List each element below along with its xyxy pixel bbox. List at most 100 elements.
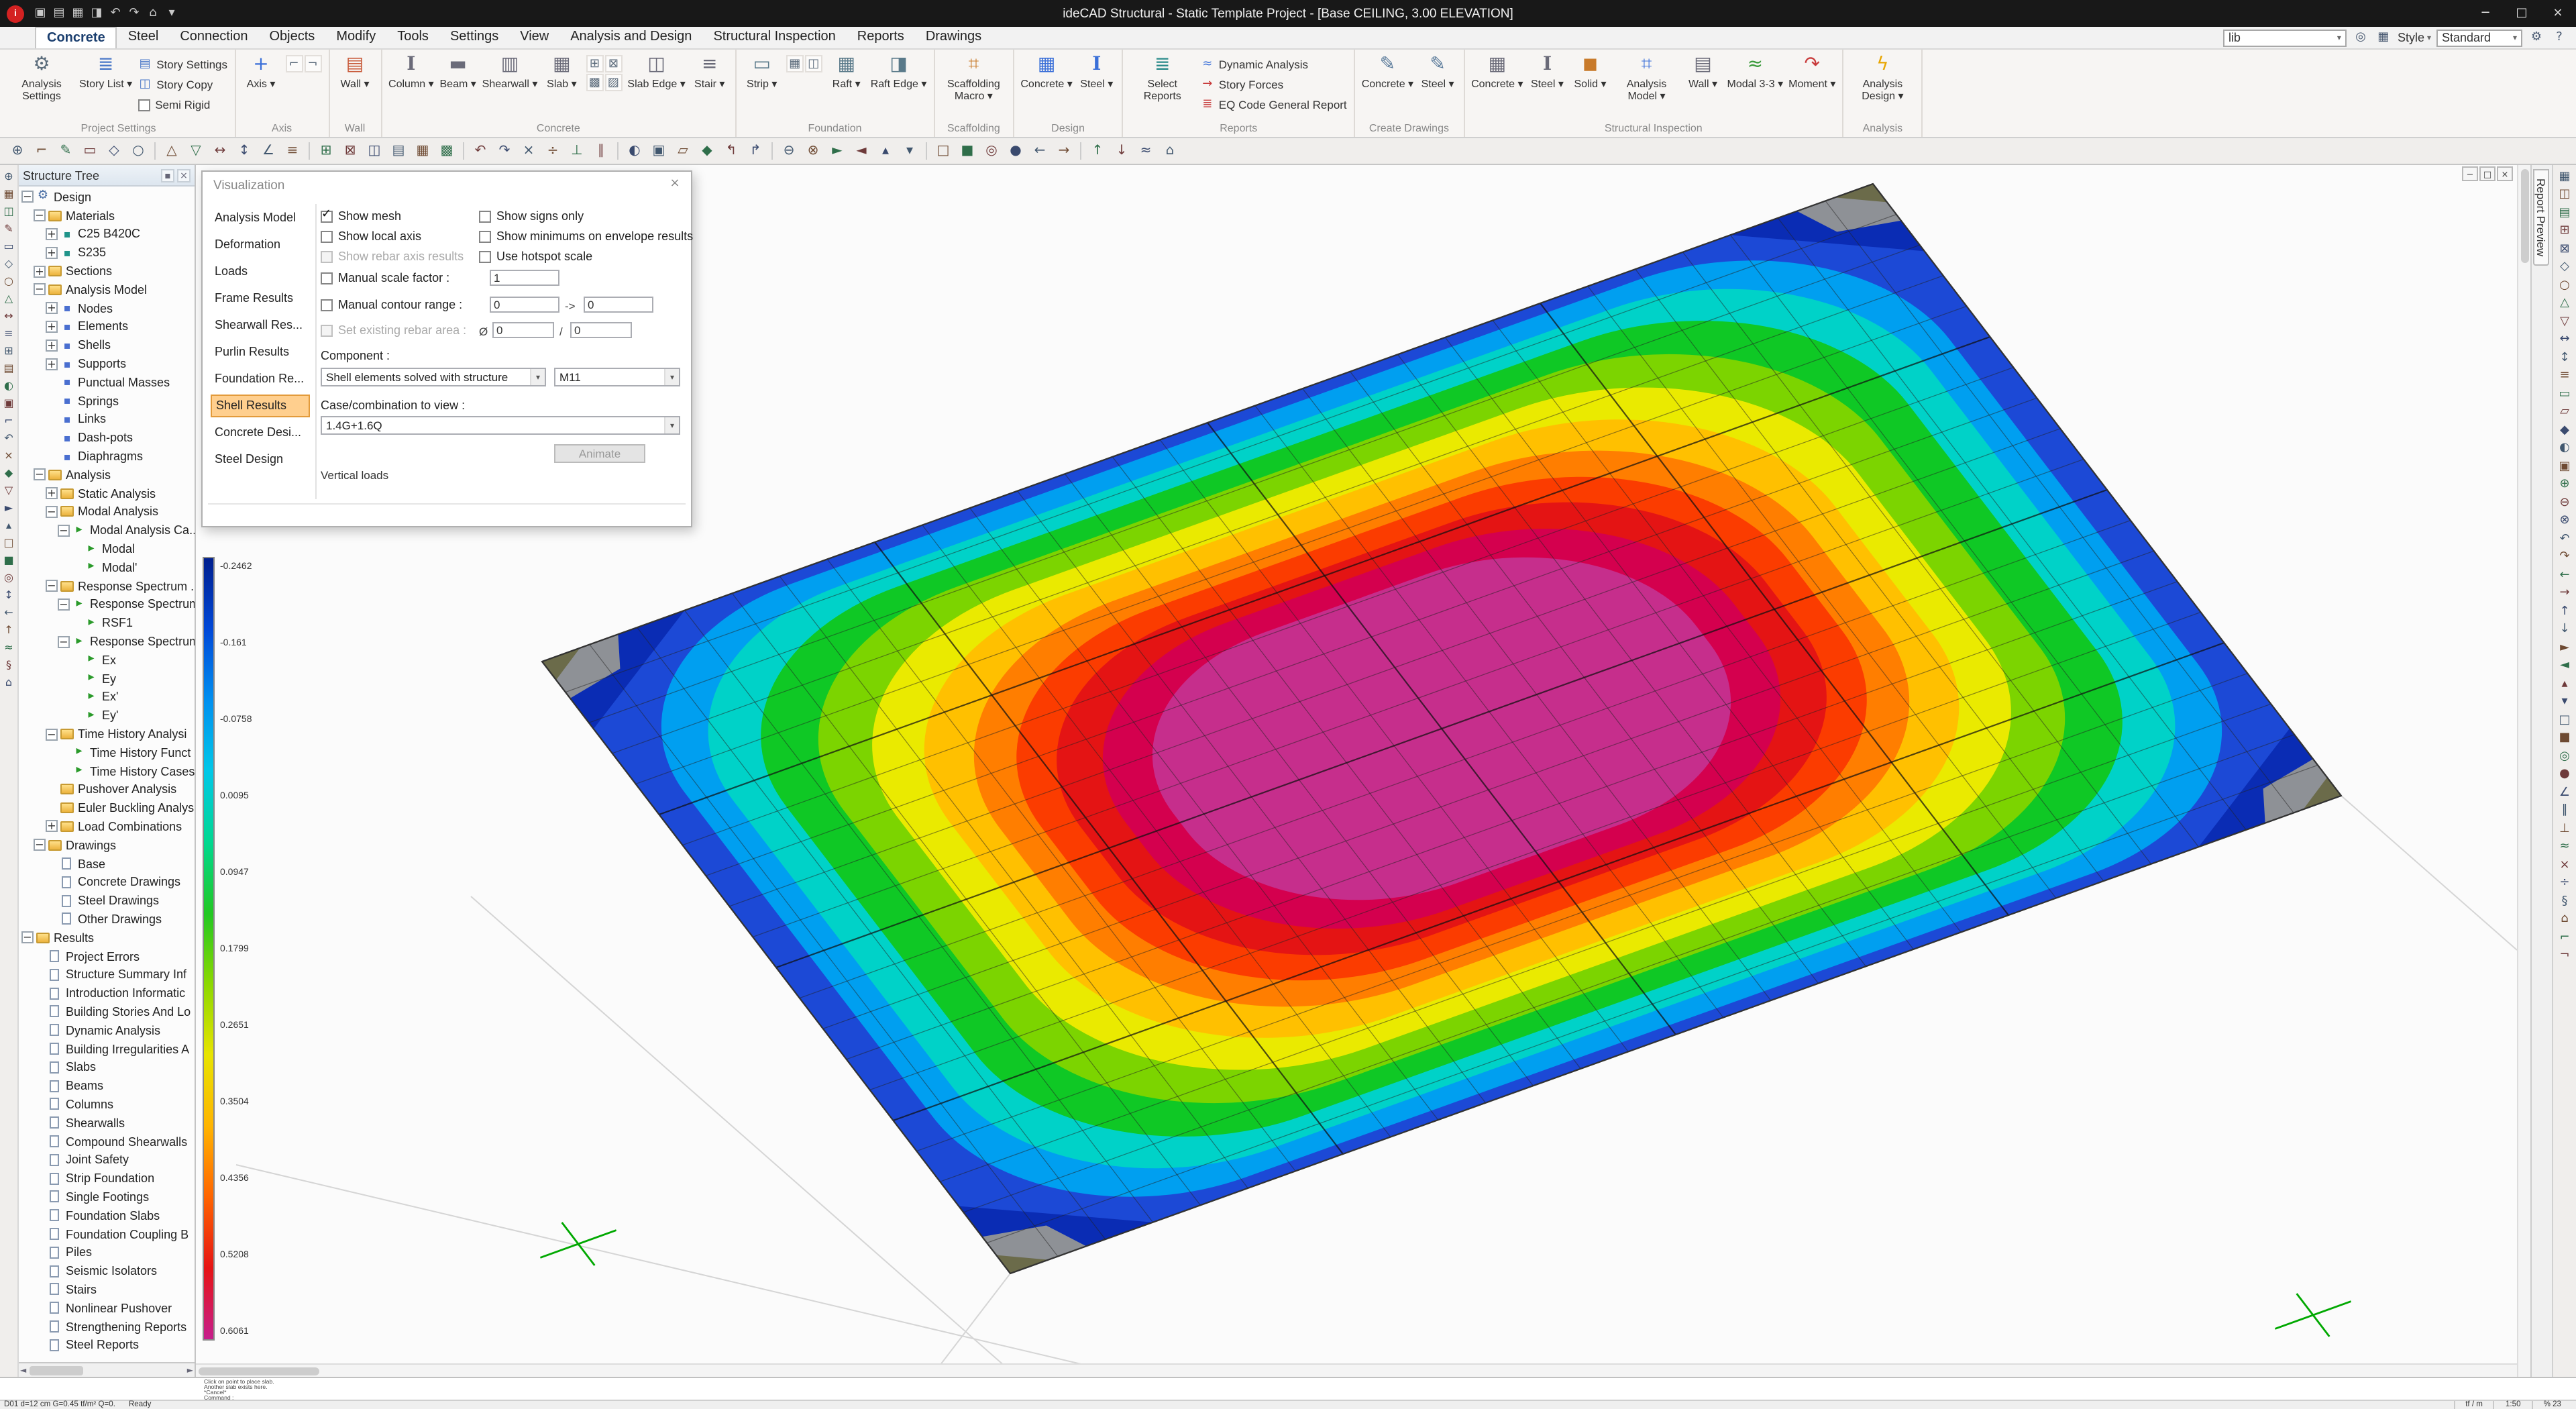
axis-button[interactable]: +Axis ▾ xyxy=(239,51,282,118)
toolbar-icon[interactable]: ⊗ xyxy=(2555,512,2575,530)
zoom-display[interactable]: % 23 xyxy=(2532,1401,2572,1409)
toolbar-icon[interactable]: ● xyxy=(1005,140,1026,162)
tree-item-materials[interactable]: −Materials xyxy=(19,207,195,225)
manual-scale-checkbox[interactable] xyxy=(321,272,333,284)
tree-item-structure-summary-inf[interactable]: Structure Summary Inf xyxy=(19,966,195,984)
viewport-horizontal-scrollbar[interactable] xyxy=(196,1363,2517,1377)
help-icon[interactable]: ? xyxy=(2551,29,2568,46)
expander-icon[interactable]: − xyxy=(46,728,58,740)
tree-item-other-drawings[interactable]: Other Drawings xyxy=(19,910,195,929)
tree-item-dynamic-analysis[interactable]: Dynamic Analysis xyxy=(19,1021,195,1040)
wall-button[interactable]: ▤Wall ▾ xyxy=(333,51,376,118)
toolbar-icon[interactable]: ▦ xyxy=(2555,168,2575,186)
toolbar-icon[interactable]: ▣ xyxy=(1,395,17,412)
axis-tool-icon[interactable]: ¬ xyxy=(304,55,321,72)
toolbar-icon[interactable]: ▱ xyxy=(2555,403,2575,421)
toolbar-icon[interactable]: ↔ xyxy=(1,307,17,325)
toolbar-icon[interactable]: ○ xyxy=(127,140,149,162)
case-combo[interactable]: 1.4G+1.6Q ▾ xyxy=(321,416,680,435)
toolbar-icon[interactable]: ◎ xyxy=(1,569,17,586)
tree-item-nonlinear-pushover[interactable]: Nonlinear Pushover xyxy=(19,1299,195,1318)
minimize-button[interactable]: − xyxy=(2467,0,2504,27)
tree-item-foundation-slabs[interactable]: Foundation Slabs xyxy=(19,1206,195,1225)
toolbar-icon[interactable]: ⊕ xyxy=(2555,476,2575,494)
raft-button[interactable]: ▦Raft ▾ xyxy=(825,51,868,118)
toolbar-icon[interactable]: ◇ xyxy=(103,140,125,162)
story-settings-button[interactable]: ▤Story Settings xyxy=(138,55,227,74)
tree-item-modal-analysis-ca[interactable]: −▸Modal Analysis Ca... xyxy=(19,521,195,540)
toolbar-icon[interactable]: ◫ xyxy=(2555,186,2575,204)
toolbar-icon[interactable]: ▭ xyxy=(79,140,101,162)
settings-icon[interactable]: ⚙ xyxy=(2528,29,2545,46)
story-copy-button[interactable]: ◫Story Copy xyxy=(138,75,227,94)
toolbar-icon[interactable]: ◄ xyxy=(2555,657,2575,675)
story-forces-button[interactable]: →Story Forces xyxy=(1200,75,1347,94)
toolbar-icon[interactable]: × xyxy=(1,447,17,464)
tree-item-load-combinations[interactable]: +Load Combinations xyxy=(19,817,195,836)
toolbar-icon[interactable]: ↑ xyxy=(1,621,17,639)
toolbar-icon[interactable]: ∠ xyxy=(2555,784,2575,802)
toolbar-icon[interactable]: § xyxy=(1,656,17,674)
expander-icon[interactable]: + xyxy=(46,302,58,314)
toolbar-icon[interactable]: ▣ xyxy=(2555,458,2575,476)
menu-structural-inspection[interactable]: Structural Inspection xyxy=(702,27,846,48)
toolbar-icon[interactable]: ◄ xyxy=(851,140,872,162)
open-file-icon[interactable]: ▤ xyxy=(50,3,68,23)
tree-item-sections[interactable]: +Sections xyxy=(19,262,195,280)
toolbar-icon[interactable]: ■ xyxy=(2555,729,2575,747)
tree-item-building-stories-and-lo[interactable]: Building Stories And Lo xyxy=(19,1002,195,1021)
viz-tab-shearwall-res[interactable]: Shearwall Res... xyxy=(211,314,310,337)
toolbar-icon[interactable]: × xyxy=(2555,856,2575,874)
toolbar-icon[interactable]: ↑ xyxy=(2555,603,2575,621)
tree-item-slabs[interactable]: Slabs xyxy=(19,1058,195,1077)
menu-reports[interactable]: Reports xyxy=(847,27,915,48)
close-button[interactable]: × xyxy=(2540,0,2576,27)
toolbar-icon[interactable]: ⊕ xyxy=(7,140,28,162)
toolbar-icon[interactable]: ¬ xyxy=(2555,947,2575,965)
toolbar-icon[interactable]: ↔ xyxy=(209,140,231,162)
strip-button[interactable]: ▭Strip ▾ xyxy=(741,51,784,118)
toolbar-icon[interactable]: ▽ xyxy=(1,482,17,499)
home-icon[interactable]: ⌂ xyxy=(144,3,162,23)
tree-item-ex[interactable]: ▸Ex xyxy=(19,651,195,670)
tree-item-s235[interactable]: +▪S235 xyxy=(19,244,195,262)
tree-item-punctual-masses[interactable]: ▪Punctual Masses xyxy=(19,373,195,392)
toolbar-icon[interactable]: ↑ xyxy=(1087,140,1108,162)
toolbar-icon[interactable]: ○ xyxy=(2555,276,2575,295)
tree-item-piles[interactable]: Piles xyxy=(19,1243,195,1262)
component-combo[interactable]: Shell elements solved with structure ▾ xyxy=(321,368,546,386)
new-file-icon[interactable]: ▣ xyxy=(31,3,50,23)
tree-item-results[interactable]: −Results xyxy=(19,929,195,947)
tree-item-springs[interactable]: ▪Springs xyxy=(19,392,195,411)
toolbar-icon[interactable]: ↷ xyxy=(494,140,515,162)
tree-item-strengthening-reports[interactable]: Strengthening Reports xyxy=(19,1317,195,1336)
toolbar-icon[interactable]: ⊗ xyxy=(802,140,824,162)
tree-item-supports[interactable]: +▪Supports xyxy=(19,354,195,373)
scrollbar-thumb[interactable] xyxy=(29,1365,83,1375)
show-minimums-checkbox[interactable] xyxy=(479,230,491,242)
tree-item-stairs[interactable]: Stairs xyxy=(19,1280,195,1299)
menu-modify[interactable]: Modify xyxy=(325,27,386,48)
viewport-vertical-scrollbar[interactable] xyxy=(2517,165,2530,1377)
expander-icon[interactable]: − xyxy=(21,191,34,203)
toolbar-icon[interactable]: ◐ xyxy=(624,140,645,162)
use-hotspot-scale-checkbox[interactable] xyxy=(479,250,491,262)
toolbar-icon[interactable]: ← xyxy=(1,604,17,621)
tree-item-euler-buckling-analys[interactable]: Euler Buckling Analys xyxy=(19,799,195,818)
concrete-button[interactable]: ✎Concrete ▾ xyxy=(1359,51,1416,118)
tree-item-rsf1[interactable]: ▸RSF1 xyxy=(19,614,195,633)
toolbar-icon[interactable]: ↕ xyxy=(233,140,255,162)
toolbar-icon[interactable]: → xyxy=(2555,584,2575,603)
toolbar-icon[interactable]: ↶ xyxy=(2555,530,2575,548)
toolbar-icon[interactable]: □ xyxy=(932,140,954,162)
expander-icon[interactable]: + xyxy=(46,358,58,370)
expander-icon[interactable]: − xyxy=(21,932,34,944)
toolbar-icon[interactable]: ✎ xyxy=(1,220,17,238)
solid-button[interactable]: ◼Solid ▾ xyxy=(1569,51,1612,118)
toolbar-icon[interactable]: ◆ xyxy=(1,464,17,482)
tree-item-base[interactable]: Base xyxy=(19,854,195,873)
report-preview-tab[interactable]: Report Preview xyxy=(2533,169,2549,266)
toolbar-icon[interactable]: ⊥ xyxy=(566,140,588,162)
toolbar-icon[interactable]: ≡ xyxy=(282,140,303,162)
menu-concrete[interactable]: Concrete xyxy=(35,27,117,48)
